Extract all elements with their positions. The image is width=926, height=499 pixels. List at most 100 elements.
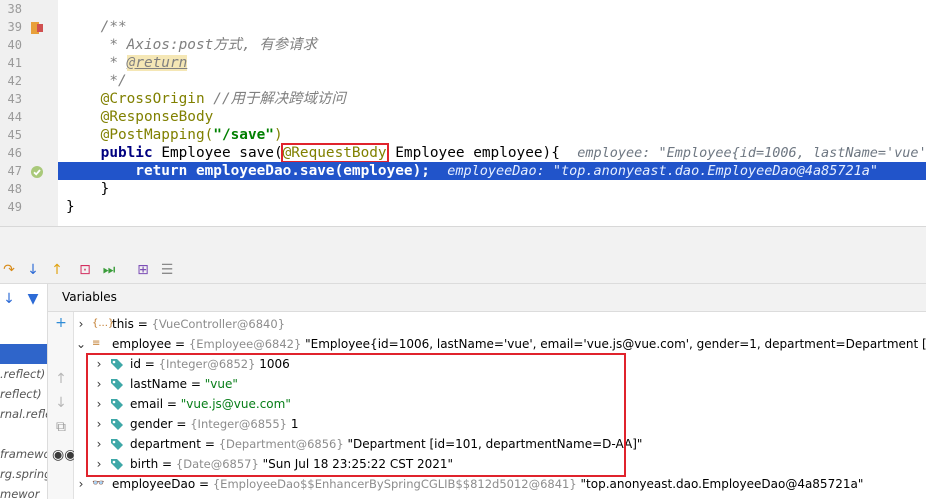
variable-row[interactable]: › gender = {Integer@6855} 1	[74, 414, 926, 434]
add-watch-icon[interactable]: +	[52, 314, 70, 332]
gutter-line[interactable]: 46	[0, 144, 58, 162]
step-over-icon[interactable]: ↷	[0, 261, 18, 279]
gutter-line[interactable]: 41	[0, 54, 58, 72]
collapse-arrow-icon[interactable]: ⌄	[76, 334, 86, 354]
line-number: 41	[7, 56, 22, 70]
evaluate-icon[interactable]: ⏭	[100, 261, 118, 279]
move-up-icon[interactable]: ↑	[52, 370, 70, 388]
variable-value: 1	[290, 417, 299, 431]
filter-icon[interactable]: ▼	[24, 290, 42, 308]
breakpoint-check-icon[interactable]	[30, 164, 44, 178]
frame-item[interactable]: .reflect)	[0, 364, 47, 384]
code-line[interactable]: @PostMapping("/save")	[66, 126, 926, 144]
variable-name: department	[130, 437, 201, 451]
variables-tree[interactable]: › {...} this = {VueController@6840} ⌄ ≡ empl…	[74, 312, 926, 499]
step-into-icon[interactable]: ↓	[24, 261, 42, 279]
gutter-line[interactable]: 40	[0, 36, 58, 54]
gutter-line[interactable]: 45	[0, 126, 58, 144]
debug-panel-header	[0, 226, 926, 256]
more-icon[interactable]: ☰	[158, 261, 176, 279]
gutter-line[interactable]: 47	[0, 162, 58, 180]
variables-toolbar: + ↑ ↓ ⧉ ◉◉	[48, 312, 76, 499]
variable-value: "vue.js@vue.com"	[180, 397, 291, 411]
frames-list[interactable]: ↓ ▼ .reflect) reflect) rnal.refle framewo rg…	[0, 284, 48, 499]
line-number: 44	[7, 110, 22, 124]
expand-arrow-icon[interactable]: ›	[94, 434, 104, 454]
run-to-cursor-icon[interactable]: ⊡	[76, 261, 94, 279]
variable-row[interactable]: › email = "vue.js@vue.com"	[74, 394, 926, 414]
gutter-line[interactable]: 39	[0, 18, 58, 36]
move-down-icon[interactable]: ↓	[52, 394, 70, 412]
frame-item[interactable]: mewor	[0, 484, 47, 499]
code-token: * Axios:post方式, 有参请求	[66, 37, 317, 53]
code-token: )	[273, 127, 283, 143]
line-number: 42	[7, 74, 22, 88]
trace-icon[interactable]: ⊞	[134, 261, 152, 279]
copy-icon[interactable]: ⧉	[52, 418, 70, 436]
line-gutter[interactable]: 38 39 40 41 42 43 44 45 46 47 48 49	[0, 0, 58, 226]
variable-value: 1006	[259, 357, 290, 371]
frame-item[interactable]: rg.spring	[0, 464, 47, 484]
line-number: 49	[7, 200, 22, 214]
variable-text: lastName = "vue"	[130, 374, 238, 394]
variable-name: employee	[112, 337, 172, 351]
code-line[interactable]: }	[66, 180, 926, 198]
variable-value: "top.anonyeast.dao.EmployeeDao@4a85721a"	[580, 477, 864, 491]
expand-arrow-icon[interactable]: ›	[76, 474, 86, 494]
frame-item[interactable]: rnal.refle	[0, 404, 47, 424]
code-token: @PostMapping(	[66, 127, 214, 143]
variable-row[interactable]: › department = {Department@6856} "Departm…	[74, 434, 926, 454]
code-line[interactable]: @ResponseBody	[66, 108, 926, 126]
expand-arrow-icon[interactable]: ›	[94, 354, 104, 374]
code-token: //用于解决跨域访问	[204, 91, 346, 107]
gutter-line[interactable]: 38	[0, 0, 58, 18]
step-out-icon[interactable]: ↑	[48, 261, 66, 279]
frame-item[interactable]	[0, 344, 47, 364]
expand-arrow-icon[interactable]: ›	[94, 394, 104, 414]
frames-nav-icon[interactable]: ↓	[0, 290, 18, 308]
variable-value: "Department [id=101, departmentName=D-AA…	[347, 437, 643, 451]
expand-arrow-icon[interactable]: ›	[76, 314, 86, 334]
gutter-line[interactable]: 42	[0, 72, 58, 90]
code-token: @CrossOrigin	[66, 91, 205, 107]
gutter-line[interactable]: 44	[0, 108, 58, 126]
variable-row[interactable]: › id = {Integer@6852} 1006	[74, 354, 926, 374]
tag-icon	[110, 457, 124, 471]
variable-row[interactable]: › {...} this = {VueController@6840}	[74, 314, 926, 334]
bookmark-icon[interactable]	[30, 20, 44, 34]
gutter-line[interactable]: 49	[0, 198, 58, 216]
code-line[interactable]: }	[66, 198, 926, 216]
code-line[interactable]: /**	[66, 18, 926, 36]
variable-row[interactable]: › birth = {Date@6857} "Sun Jul 18 23:25:2…	[74, 454, 926, 474]
field-icon: ≡	[92, 338, 101, 349]
code-editor[interactable]: 38 39 40 41 42 43 44 45 46 47 48 49 /** * Axios:pos…	[0, 0, 926, 226]
expand-arrow-icon[interactable]: ›	[94, 414, 104, 434]
equals-sign: =	[140, 357, 159, 371]
frame-item[interactable]: framewo	[0, 444, 47, 464]
gutter-line[interactable]: 48	[0, 180, 58, 198]
variable-row[interactable]: › 👓 employeeDao = {EmployeeDao$$EnhancerBy…	[74, 474, 926, 494]
code-line[interactable]: @CrossOrigin //用于解决跨域访问	[66, 90, 926, 108]
glasses-icon[interactable]: ◉◉	[52, 446, 76, 464]
variables-title: Variables	[62, 290, 117, 304]
variable-name: this	[112, 317, 134, 331]
watch-icon: 👓	[92, 478, 105, 489]
execution-line[interactable]: return employeeDao.save(employee); emplo…	[58, 162, 926, 180]
code-line[interactable]	[66, 0, 926, 18]
frame-item[interactable]: reflect)	[0, 384, 47, 404]
inline-value-hint: employee: "Employee{id=1006, lastName='v…	[577, 145, 926, 161]
variable-text: birth = {Date@6857} "Sun Jul 18 23:25:22…	[130, 454, 453, 474]
variable-row[interactable]: ⌄ ≡ employee = {Employee@6842} "Employee{i…	[74, 334, 926, 354]
frame-item[interactable]	[0, 424, 47, 444]
expand-arrow-icon[interactable]: ›	[94, 454, 104, 474]
code-token: *	[66, 55, 127, 71]
code-token: }	[66, 199, 75, 215]
variable-name: employeeDao	[112, 477, 196, 491]
variable-row[interactable]: › lastName = "vue"	[74, 374, 926, 394]
code-line[interactable]: */	[66, 72, 926, 90]
code-line[interactable]: public Employee save(@RequestBody Employ…	[66, 143, 926, 163]
gutter-line[interactable]: 43	[0, 90, 58, 108]
code-line[interactable]: * @return	[66, 54, 926, 72]
expand-arrow-icon[interactable]: ›	[94, 374, 104, 394]
code-line[interactable]: * Axios:post方式, 有参请求	[66, 36, 926, 54]
